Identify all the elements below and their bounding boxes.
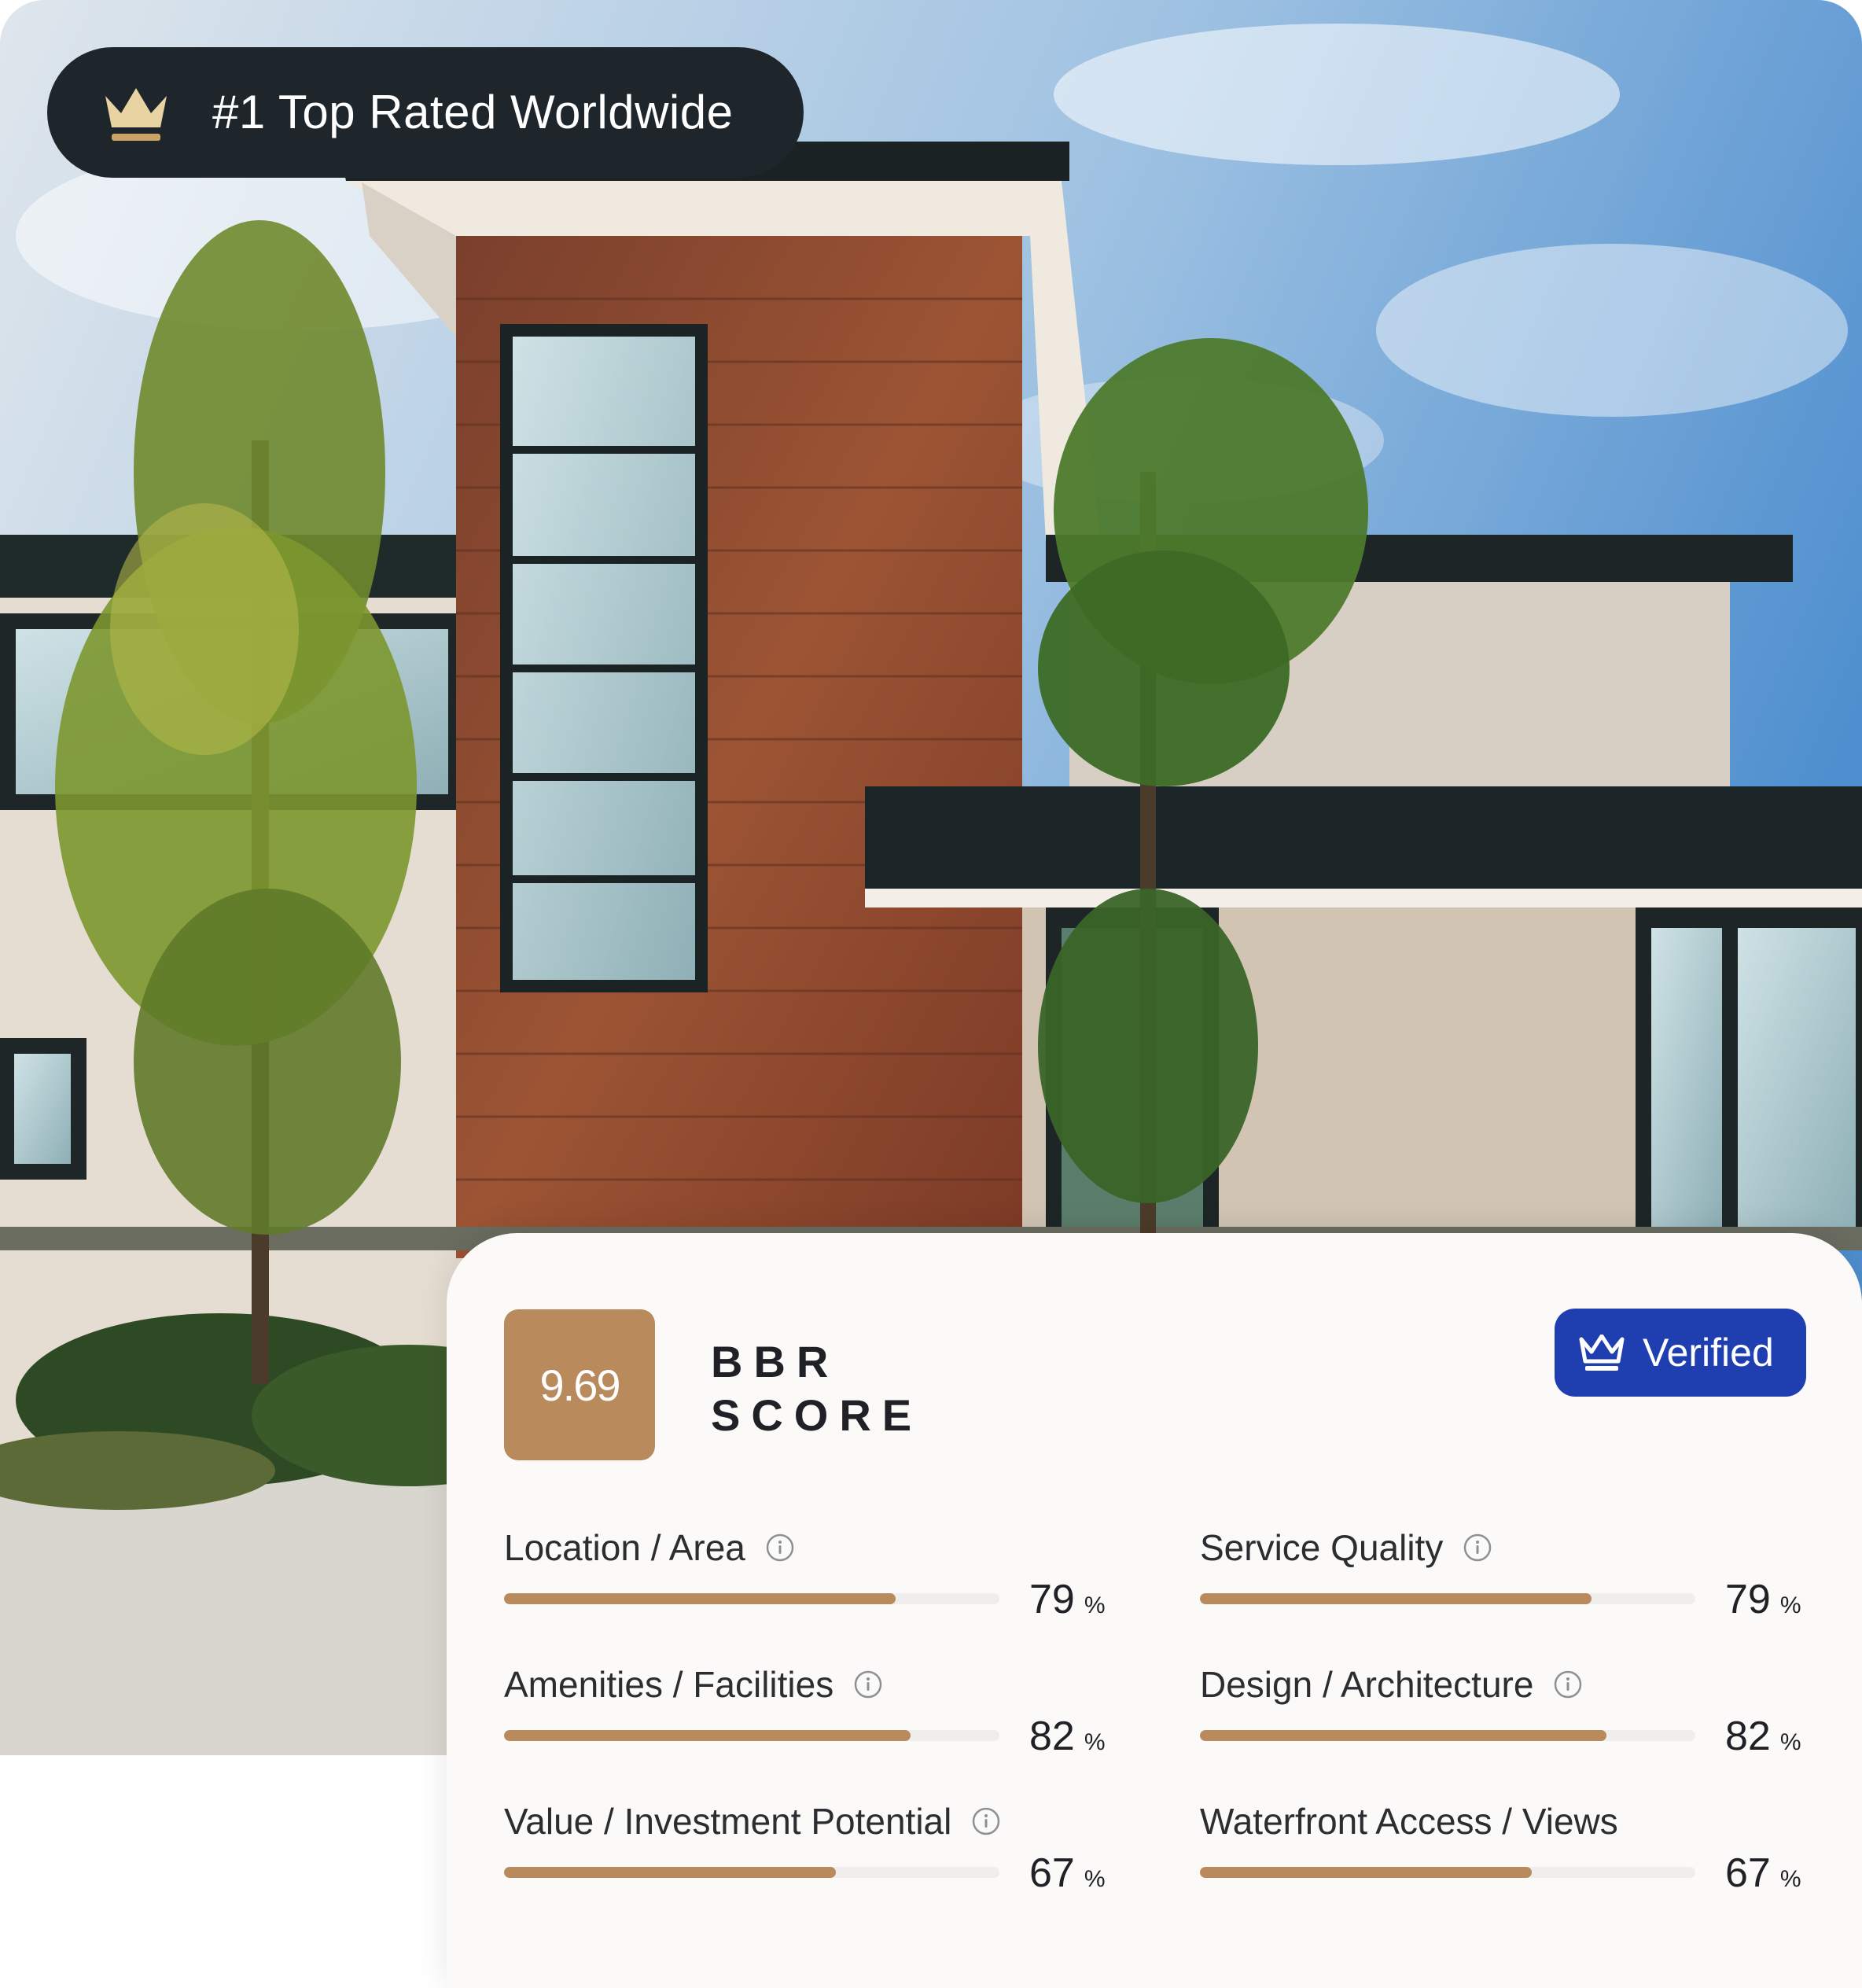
metric-service-quality: Service Quality 79% xyxy=(1200,1524,1805,1642)
score-label: BBR SCORE xyxy=(711,1335,922,1442)
info-icon[interactable] xyxy=(972,1807,1000,1835)
metric-unit: % xyxy=(1779,1729,1801,1755)
metric-unit: % xyxy=(1084,1729,1106,1755)
metric-progress-bar xyxy=(504,1867,999,1878)
metric-percentage: 67% xyxy=(1029,1850,1106,1897)
metric-label: Design / Architecture xyxy=(1200,1664,1534,1705)
crown-icon xyxy=(105,88,167,141)
metric-amenities-facilities: Amenities / Facilities 82% xyxy=(504,1661,1109,1779)
metric-progress-fill xyxy=(1200,1593,1592,1604)
metric-progress-fill xyxy=(504,1730,911,1741)
info-icon[interactable] xyxy=(1463,1533,1492,1562)
metric-progress-fill xyxy=(504,1867,837,1878)
metric-label: Amenities / Facilities xyxy=(504,1664,834,1705)
crown-icon xyxy=(1579,1335,1625,1371)
metric-design-architecture: Design / Architecture 82% xyxy=(1200,1661,1805,1779)
verified-label: Verified xyxy=(1643,1331,1774,1375)
metric-label: Location / Area xyxy=(504,1527,745,1568)
metric-percentage: 79% xyxy=(1725,1576,1801,1623)
metric-value: 67 xyxy=(1029,1850,1075,1896)
top-rated-text: #1 Top Rated Worldwide xyxy=(212,86,734,138)
metric-label-row: Amenities / Facilities xyxy=(504,1661,882,1708)
score-label-line2: SCORE xyxy=(711,1390,923,1440)
score-label-line1: BBR xyxy=(711,1337,840,1386)
metric-unit: % xyxy=(1779,1592,1801,1618)
metric-waterfront-access: Waterfront Access / Views 67% xyxy=(1200,1798,1805,1916)
score-card: 9.69 BBR SCORE Verified Location / Area 7… xyxy=(447,1233,1862,1988)
metric-value: 82 xyxy=(1029,1714,1075,1759)
metric-unit: % xyxy=(1779,1866,1801,1892)
metric-progress-bar xyxy=(504,1593,999,1604)
metric-value: 79 xyxy=(1725,1577,1771,1622)
metric-label-row: Location / Area xyxy=(504,1524,794,1571)
metric-value: 82 xyxy=(1725,1714,1771,1759)
metric-progress-bar xyxy=(504,1730,999,1741)
score-value: 9.69 xyxy=(504,1309,655,1460)
info-icon[interactable] xyxy=(854,1670,882,1699)
metric-percentage: 82% xyxy=(1725,1713,1801,1760)
metric-progress-fill xyxy=(504,1593,896,1604)
info-icon[interactable] xyxy=(1554,1670,1582,1699)
metric-label-row: Value / Investment Potential xyxy=(504,1798,1000,1845)
info-icon[interactable] xyxy=(766,1533,794,1562)
metric-label-row: Waterfront Access / Views xyxy=(1200,1798,1618,1845)
metric-progress-fill xyxy=(1200,1867,1533,1878)
metric-unit: % xyxy=(1084,1866,1106,1892)
metric-percentage: 67% xyxy=(1725,1850,1801,1897)
verified-badge[interactable]: Verified xyxy=(1555,1309,1806,1397)
metric-location-area: Location / Area 79% xyxy=(504,1524,1109,1642)
metric-label-row: Design / Architecture xyxy=(1200,1661,1582,1708)
metric-value: 79 xyxy=(1029,1577,1075,1622)
metric-progress-bar xyxy=(1200,1730,1695,1741)
top-rated-badge: #1 Top Rated Worldwide xyxy=(47,47,804,178)
metric-unit: % xyxy=(1084,1592,1106,1618)
metric-label-row: Service Quality xyxy=(1200,1524,1492,1571)
metric-value: 67 xyxy=(1725,1850,1771,1896)
metric-label: Value / Investment Potential xyxy=(504,1801,952,1842)
metric-progress-bar xyxy=(1200,1593,1695,1604)
metric-value-investment: Value / Investment Potential 67% xyxy=(504,1798,1109,1916)
metric-percentage: 79% xyxy=(1029,1576,1106,1623)
metric-percentage: 82% xyxy=(1029,1713,1106,1760)
metric-progress-bar xyxy=(1200,1867,1695,1878)
metric-label: Waterfront Access / Views xyxy=(1200,1801,1618,1842)
metric-progress-fill xyxy=(1200,1730,1606,1741)
metric-label: Service Quality xyxy=(1200,1527,1444,1568)
